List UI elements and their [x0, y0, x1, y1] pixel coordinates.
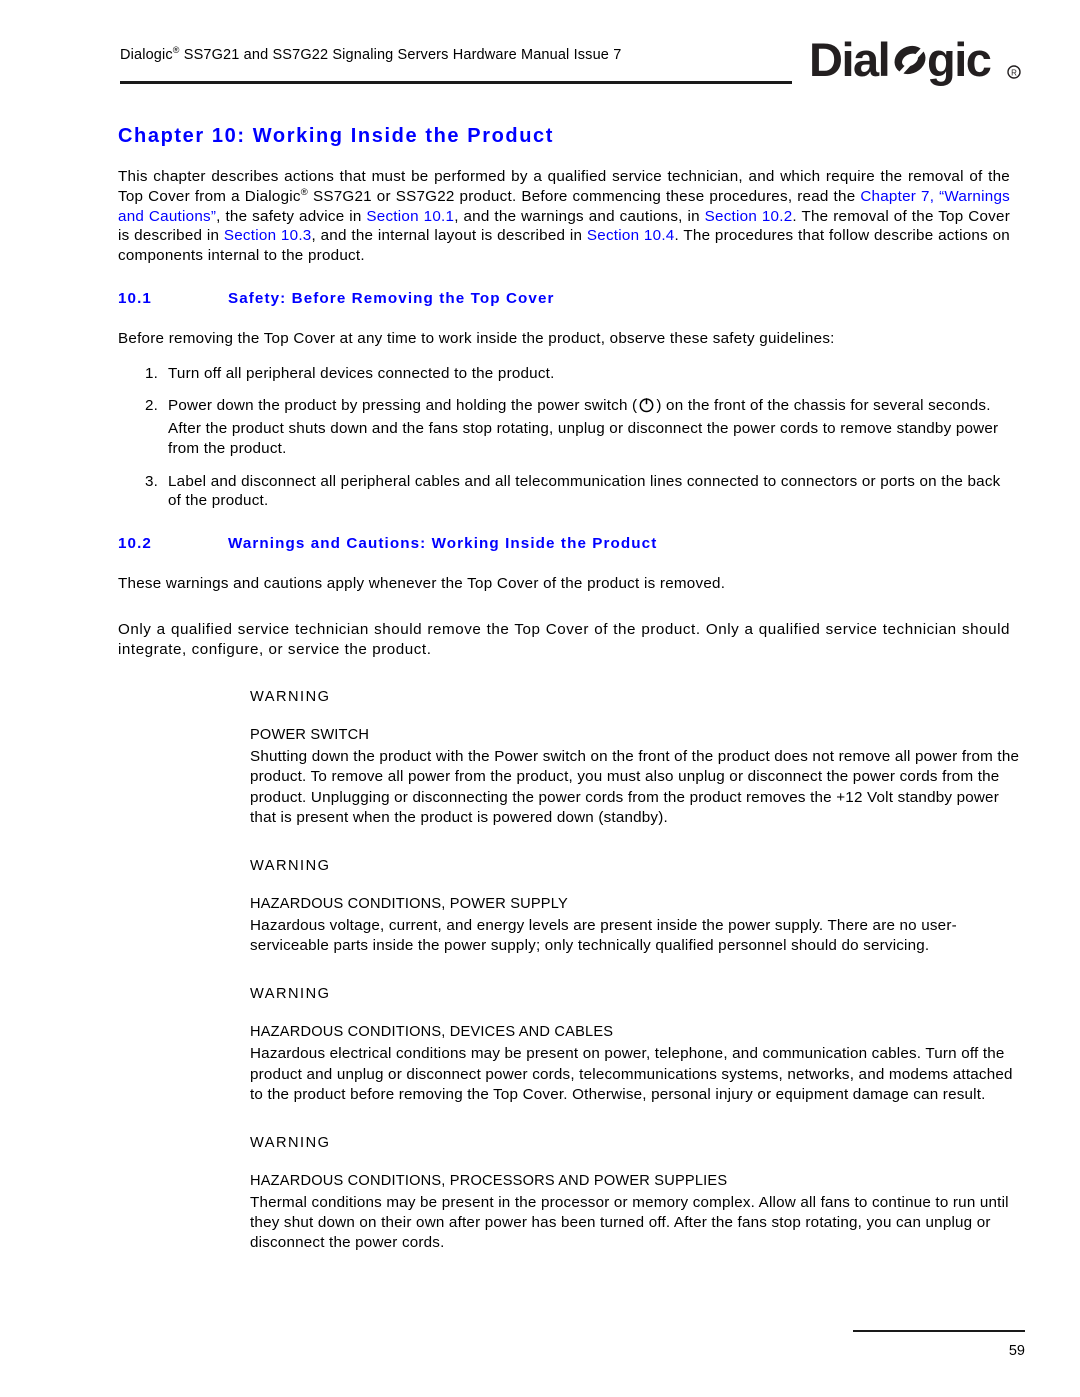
section-number-10-2: 10.2 — [118, 535, 152, 552]
section-10-2-intro: These warnings and cautions apply whenev… — [118, 575, 726, 592]
chapter-title: Chapter 10: Working Inside the Product — [118, 125, 555, 147]
warnings-container: WARNING POWER SWITCH Shutting down the p… — [0, 688, 1080, 1253]
safety-item-1-text: Turn off all peripheral devices connecte… — [168, 364, 555, 382]
warning-block-power-supply: WARNING HAZARDOUS CONDITIONS, POWER SUPP… — [250, 857, 1020, 956]
page-header: Dialogic® SS7G21 and SS7G22 Signaling Se… — [0, 0, 1080, 105]
section-number-10-1: 10.1 — [118, 289, 152, 307]
intro-segment-6: , and the internal layout is described i… — [311, 227, 587, 245]
running-head-pre: Dialogic — [120, 47, 173, 63]
warning-body: Thermal conditions may be present in the… — [250, 1193, 1009, 1252]
logo-registered-mark: R — [1007, 65, 1021, 79]
warning-label: WARNING — [250, 858, 331, 875]
link-section-10-3[interactable]: Section 10.3 — [224, 227, 312, 244]
running-head: Dialogic® SS7G21 and SS7G22 Signaling Se… — [120, 45, 622, 63]
section-title-10-2: Warnings and Cautions: Working Inside th… — [228, 535, 658, 552]
warning-subject: HAZARDOUS CONDITIONS, PROCESSORS AND POW… — [250, 1173, 728, 1189]
section-heading-10-2: 10.2 Warnings and Cautions: Working Insi… — [118, 535, 1080, 552]
running-head-post: SS7G21 and SS7G22 Signaling Servers Hard… — [179, 47, 622, 63]
registered-mark-superscript: ® — [172, 45, 180, 56]
intro-segment-3: , the safety advice in — [216, 207, 367, 225]
safety-guidelines-list: Turn off all peripheral devices connecte… — [0, 364, 1005, 512]
svg-text:R: R — [1011, 69, 1017, 78]
warning-block-devices-and-cables: WARNING HAZARDOUS CONDITIONS, DEVICES AN… — [250, 985, 1020, 1105]
chapter-intro-paragraph: This chapter describes actions that must… — [118, 167, 1010, 266]
warning-subject: HAZARDOUS CONDITIONS, DEVICES AND CABLES — [250, 1024, 614, 1041]
svg-text:Dial: Dial — [809, 36, 889, 86]
warning-block-power-switch: WARNING POWER SWITCH Shutting down the p… — [250, 688, 1020, 828]
power-switch-icon — [638, 396, 655, 419]
link-section-10-4[interactable]: Section 10.4 — [587, 227, 675, 244]
page-number: 59 — [1008, 1343, 1025, 1359]
registered-mark-superscript: ® — [300, 186, 309, 198]
qualified-technician-paragraph: Only a qualified service technician shou… — [118, 620, 1010, 658]
warning-label: WARNING — [250, 689, 331, 706]
warning-label: WARNING — [250, 986, 331, 1003]
intro-segment-2: SS7G21 or SS7G22 product. Before commenc… — [308, 187, 861, 205]
link-section-10-1[interactable]: Section 10.1 — [366, 208, 454, 225]
list-item: Power down the product by pressing and h… — [0, 396, 1005, 458]
warning-block-processors-and-power-supplies: WARNING HAZARDOUS CONDITIONS, PROCESSORS… — [250, 1134, 1020, 1254]
section-title-10-1: Safety: Before Removing the Top Cover — [228, 289, 555, 307]
svg-text:gic: gic — [927, 36, 991, 86]
safety-item-2-text-before: Power down the product by pressing and h… — [168, 397, 638, 415]
page-content: Chapter 10: Working Inside the Product T… — [0, 105, 1080, 1254]
link-section-10-2[interactable]: Section 10.2 — [705, 208, 793, 225]
dialogic-logo: Dial gic R — [809, 34, 1025, 86]
document-page: Dialogic® SS7G21 and SS7G22 Signaling Se… — [0, 0, 1080, 1397]
footer-divider — [853, 1329, 1025, 1332]
header-divider — [120, 81, 792, 84]
safety-item-3-text: Label and disconnect all peripheral cabl… — [168, 472, 1001, 510]
warning-body: Hazardous electrical conditions may be p… — [250, 1045, 1013, 1103]
logo-stylized-o — [894, 45, 926, 78]
dialogic-logo-svg: Dial gic R — [809, 36, 1021, 86]
page-footer: 59 — [0, 1287, 1080, 1397]
warning-subject: POWER SWITCH — [250, 727, 370, 744]
list-item: Turn off all peripheral devices connecte… — [0, 364, 1005, 384]
section-10-1-intro: Before removing the Top Cover at any tim… — [118, 329, 835, 347]
warning-body: Shutting down the product with the Power… — [250, 748, 1020, 826]
list-item: Label and disconnect all peripheral cabl… — [0, 472, 1005, 512]
section-heading-10-1: 10.1 Safety: Before Removing the Top Cov… — [118, 290, 1080, 307]
warning-subject: HAZARDOUS CONDITIONS, POWER SUPPLY — [250, 896, 568, 913]
warning-label: WARNING — [250, 1135, 331, 1152]
intro-segment-4: , and the warnings and cautions, in — [454, 207, 705, 225]
warning-body: Hazardous voltage, current, and energy l… — [250, 917, 957, 955]
